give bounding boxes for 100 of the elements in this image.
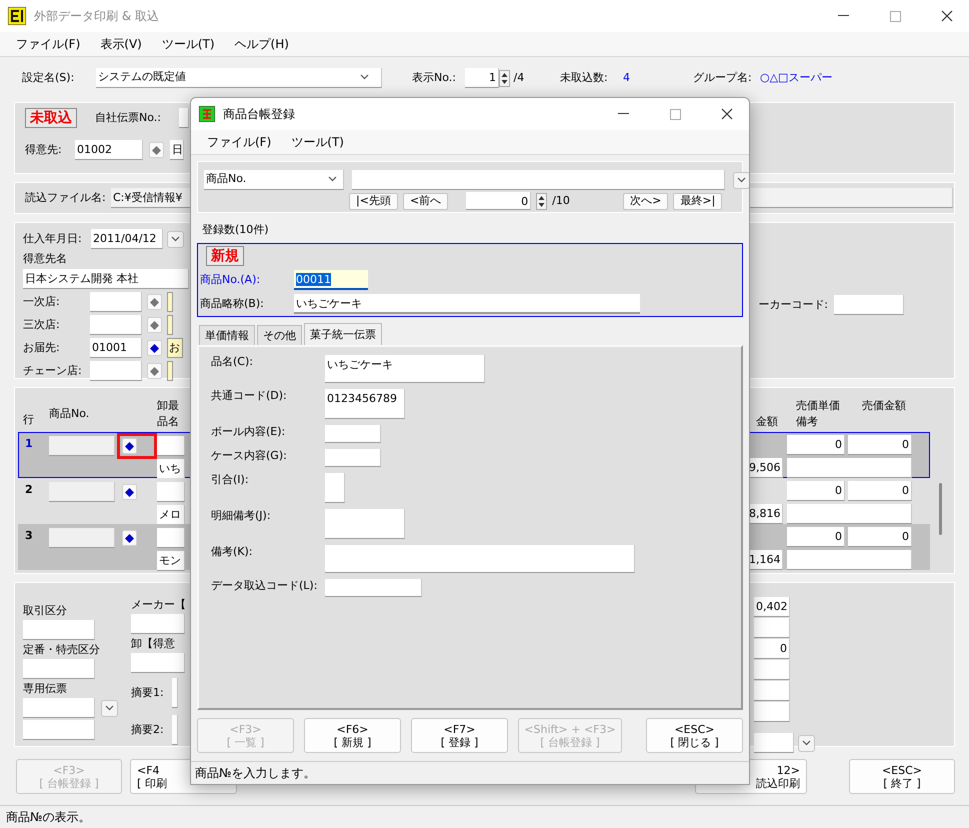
field-label: グループ名: [693,71,753,85]
customer-name-field[interactable]: 日本システム開発 本社 [23,269,189,289]
table-cell[interactable]: 0 [787,527,845,547]
customer-code-field[interactable]: 01002 [75,140,143,160]
input-field[interactable] [325,579,422,597]
function-key-button[interactable]: <ESC> [ 終了 ] [849,759,955,794]
minimize-icon [838,15,848,17]
product-number-field[interactable] [49,528,115,548]
input-field[interactable] [325,473,345,503]
tab[interactable]: 単価情報 [199,325,255,345]
input-field[interactable] [131,652,185,672]
setting-dropdown[interactable]: システムの既定値 [96,68,382,88]
record-number-field[interactable]: 0 [466,192,532,210]
field-label: 自社伝票No.: [95,110,161,124]
table-cell[interactable] [157,436,185,456]
dialog-title: 商品台帳登録 [223,106,295,122]
app-logo-icon [8,7,26,25]
function-key-button[interactable]: <ESC> [ 閉じる ] [646,718,743,753]
search-field-dropdown[interactable]: 商品No. [204,170,344,190]
input-field[interactable]: 00011 [294,270,368,290]
function-key-button[interactable]: <F7> [ 登録 ] [411,718,508,753]
lookup-button[interactable] [122,530,137,546]
field-label: 定番・特売区分 [23,643,101,657]
table-cell[interactable] [787,458,912,478]
close-icon [941,10,953,22]
lookup-button[interactable] [122,484,137,500]
date-field[interactable]: 2011/04/12 [91,229,163,249]
dropdown-button[interactable] [167,230,184,248]
menu-item[interactable]: 表示(V) [90,36,152,52]
menu-item[interactable]: ツール(T) [281,134,354,150]
previous-button[interactable]: <前へ [402,192,448,210]
input-field[interactable] [325,509,405,539]
first-button[interactable]: |<先頭 [349,192,398,210]
input-field[interactable] [172,714,178,744]
input-field[interactable] [23,659,95,679]
field-label: 取引区分 [23,604,68,618]
dropdown-field[interactable] [754,733,794,753]
table-cell[interactable]: 0 [787,435,845,455]
lookup-button[interactable] [147,340,162,356]
product-number-field[interactable] [49,436,115,456]
spinner-arrows-icon[interactable] [536,192,548,210]
store-code-field[interactable] [90,315,142,335]
table-cell[interactable]: 0 [787,481,845,501]
input-field[interactable]: 0123456789 [325,389,405,419]
amount-cell: 9,506 [747,458,783,478]
table-cell[interactable] [787,550,912,570]
total-field [754,681,790,701]
store-code-field[interactable]: 01001 [90,338,142,358]
maker-code-field[interactable] [834,295,904,315]
function-key-button[interactable]: <F6> [ 新規 ] [304,718,401,753]
menu-item[interactable]: ファイル(F) [197,134,282,150]
input-field[interactable] [325,449,381,467]
input-field[interactable] [172,678,178,708]
input-field[interactable] [325,545,635,573]
row-number: 1 [25,436,34,452]
table-cell[interactable]: いち [157,459,185,479]
table-cell[interactable]: 0 [848,435,912,455]
menu-item[interactable]: ヘルプ(H) [224,36,299,52]
store-code-field[interactable] [90,292,142,312]
slip-number-field[interactable] [178,108,189,128]
input-field[interactable] [325,425,381,443]
search-field[interactable] [352,170,725,190]
column-header: 備考 [796,415,818,429]
table-cell[interactable]: メロ [157,505,185,525]
input-field[interactable] [23,698,95,718]
diamond-icon [150,344,159,352]
dropdown-button[interactable] [101,700,118,716]
maximize-icon [890,10,900,22]
total-field: 0,402 [754,597,790,617]
scrollbar-thumb[interactable] [938,483,942,535]
customer-name-field[interactable]: 日 [170,140,184,160]
table-cell[interactable] [157,528,185,548]
table-cell[interactable] [787,504,912,524]
tab[interactable]: その他 [257,325,302,345]
amount-cell: 1,164 [747,550,783,570]
column-header: 品名 [157,415,179,429]
display-number-field[interactable]: 1 [465,68,499,88]
dropdown-button[interactable] [798,734,815,752]
input-field[interactable]: いちごケーキ [294,294,640,314]
field-label: データ取込コード(L): [211,579,318,594]
next-button[interactable]: 次へ> [623,192,668,210]
last-button[interactable]: 最終>| [673,192,722,210]
product-number-field[interactable] [49,482,115,502]
menu-item[interactable]: ファイル(F) [6,36,90,52]
table-cell[interactable]: 0 [848,481,912,501]
menu-item[interactable]: ツール(T) [152,36,225,52]
tab[interactable]: 菓子統一伝票 [304,323,382,345]
spinner-arrows-icon[interactable] [499,70,510,86]
field-label: 摘要2: [131,722,164,736]
input-field[interactable] [131,614,185,634]
input-field[interactable] [23,720,95,740]
diamond-icon [150,320,159,330]
store-code-field[interactable] [90,361,142,381]
table-cell[interactable]: 0 [848,527,912,547]
dropdown-button[interactable] [733,172,749,188]
lookup-button[interactable] [122,438,137,454]
input-field[interactable] [23,620,95,640]
table-cell[interactable]: モン [157,551,185,571]
input-field[interactable]: いちごケーキ [325,355,485,383]
table-cell[interactable] [157,482,185,502]
